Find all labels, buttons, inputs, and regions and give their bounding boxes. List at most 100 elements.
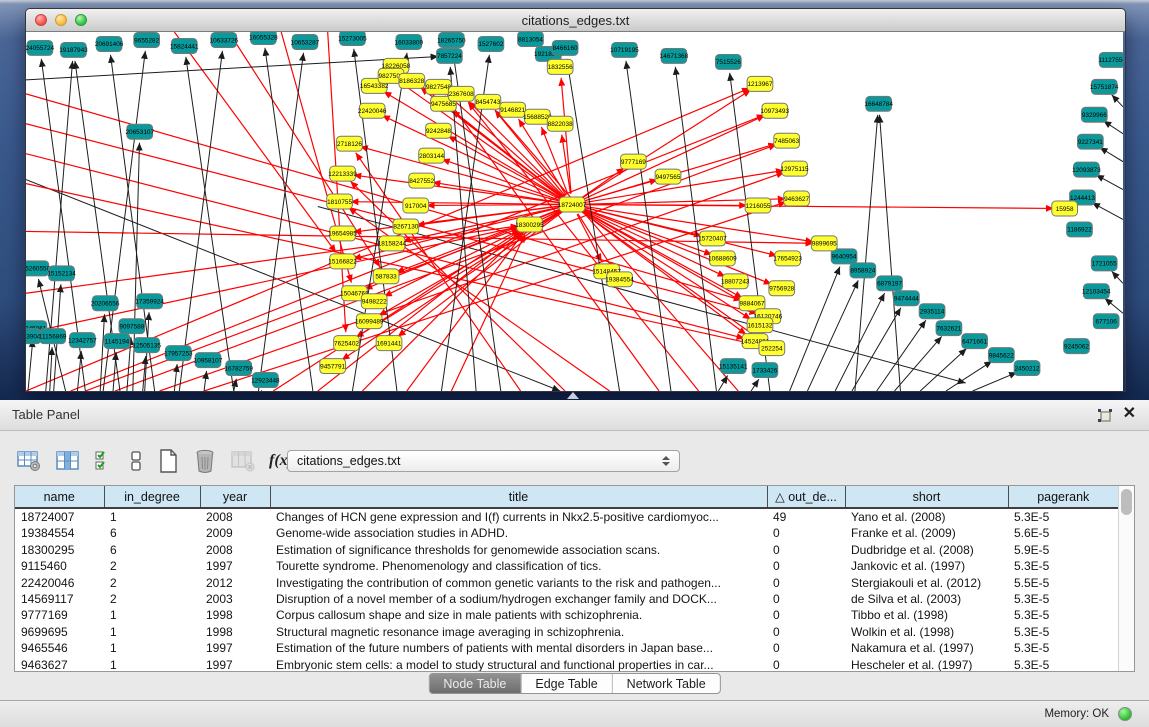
table-row[interactable]: 1830029562008Estimation of significance …	[15, 542, 1118, 558]
graph-node[interactable]: 1733426	[752, 363, 778, 378]
graph-node[interactable]: 1691441	[376, 336, 402, 351]
graph-node[interactable]: 15824441	[170, 38, 199, 53]
graph-node[interactable]: 15720407	[698, 231, 727, 246]
tab-node-table[interactable]: Node Table	[429, 674, 520, 693]
table-row[interactable]: 977716911998Corpus callosum shape and si…	[15, 607, 1118, 623]
graph-node[interactable]: 9227341	[1077, 134, 1103, 149]
table-row[interactable]: 1456911722003Disruption of a novel membe…	[15, 591, 1118, 607]
graph-node[interactable]: 10633726	[210, 32, 239, 47]
graph-node[interactable]: 12923448	[251, 373, 280, 388]
table-row[interactable]: 946554611997Estimation of the future num…	[15, 640, 1118, 656]
tab-network-table[interactable]: Network Table	[612, 674, 720, 693]
graph-node[interactable]: 24055724	[26, 40, 55, 55]
new-table-icon[interactable]	[156, 448, 180, 474]
graph-node[interactable]: 17654923	[773, 251, 802, 266]
graph-node[interactable]: 15135141	[719, 359, 748, 374]
graph-node[interactable]: 12975115	[781, 161, 809, 176]
graph-node[interactable]: 252254	[759, 341, 785, 356]
graph-node[interactable]: 18158244	[378, 236, 407, 251]
graph-node[interactable]: 9640954	[831, 249, 857, 264]
graph-node[interactable]: 18724007	[558, 197, 587, 212]
graph-node[interactable]: 8813054	[518, 32, 544, 46]
graph-node[interactable]: 8454743	[475, 94, 501, 109]
graph-node[interactable]: 9777169	[620, 154, 646, 169]
graph-node[interactable]: 1721055	[1091, 256, 1117, 271]
column-header-name[interactable]: name	[15, 486, 104, 508]
graph-node[interactable]: 9498222	[361, 294, 387, 309]
graph-node[interactable]: 10958107	[194, 353, 223, 368]
graph-node[interactable]: 10719195	[610, 42, 639, 57]
table-row[interactable]: 969969511998Structural magnetic resonanc…	[15, 624, 1118, 640]
graph-node[interactable]: 12342757	[68, 333, 97, 348]
network-canvas[interactable]: 2405572419187943206914069655282158244411…	[26, 32, 1123, 391]
graph-node[interactable]: 19384554	[605, 272, 634, 287]
graph-node[interactable]: 18265750	[437, 32, 466, 47]
table-source-select[interactable]: citations_edges.txt	[287, 450, 680, 472]
graph-node[interactable]: 917004	[403, 198, 429, 213]
select-columns-icon[interactable]	[94, 449, 116, 473]
graph-node[interactable]: 12213339	[328, 166, 357, 181]
graph-node[interactable]: 9245062	[1064, 339, 1090, 354]
graph-node[interactable]: 17359924	[135, 294, 164, 309]
graph-node[interactable]: 19187943	[59, 42, 88, 57]
graph-node[interactable]: 9474444	[894, 291, 920, 306]
delete-table-icon[interactable]	[193, 448, 217, 474]
graph-node[interactable]: 14671368	[660, 48, 689, 63]
graph-node[interactable]: 8267130	[393, 219, 419, 234]
graph-node[interactable]: 9242848	[426, 123, 452, 138]
table-row[interactable]: 1872400712008Changes of HCN gene express…	[15, 508, 1118, 525]
graph-node[interactable]: 7632621	[936, 321, 962, 336]
graph-node[interactable]: 15751874	[1090, 79, 1119, 94]
graph-node[interactable]: 2450212	[1014, 361, 1040, 376]
graph-node[interactable]: 15152134	[47, 266, 76, 281]
scrollbar-thumb[interactable]	[1121, 489, 1132, 515]
graph-node[interactable]: 2803144	[419, 148, 445, 163]
table-column-icon[interactable]	[55, 449, 81, 473]
graph-node[interactable]: 8427552	[409, 173, 435, 188]
graph-node[interactable]: 12103454	[1082, 284, 1111, 299]
graph-node[interactable]: 7625402	[334, 336, 360, 351]
graph-node[interactable]: 9497565	[655, 169, 681, 184]
float-panel-icon[interactable]	[1097, 408, 1113, 428]
graph-node[interactable]: 1213967	[747, 76, 773, 91]
graph-node[interactable]: 1527602	[478, 36, 504, 51]
table-row[interactable]: 946362711997Embryonic stem cells: a mode…	[15, 657, 1118, 672]
graph-node[interactable]: 11156869	[39, 329, 67, 344]
table-row[interactable]: 1938455462009Genome-wide association stu…	[15, 525, 1118, 541]
graph-node[interactable]: 18300295	[515, 217, 544, 232]
graph-node[interactable]: 16099489	[355, 314, 384, 329]
column-header-year[interactable]: year	[200, 486, 270, 508]
graph-node[interactable]: 1832556	[547, 59, 573, 74]
graph-node[interactable]: 9097588	[119, 319, 145, 334]
graph-node[interactable]: 20691406	[95, 36, 124, 51]
graph-node[interactable]: 9845622	[988, 348, 1014, 363]
tab-edge-table[interactable]: Edge Table	[520, 674, 611, 693]
table-row[interactable]: 2242004622012Investigating the contribut…	[15, 575, 1118, 591]
graph-node[interactable]: 7857224	[437, 48, 463, 63]
graph-node[interactable]: 1186922	[1067, 222, 1093, 237]
graph-node[interactable]: 1615132	[747, 318, 773, 333]
table-scrollbar[interactable]	[1118, 486, 1134, 671]
graph-node[interactable]: 7515526	[715, 54, 741, 69]
graph-node[interactable]: 10973493	[761, 103, 790, 118]
column-header-short[interactable]: short	[845, 486, 1008, 508]
graph-node[interactable]: 20206556	[91, 296, 120, 311]
graph-node[interactable]: 8958924	[850, 263, 876, 278]
graph-node[interactable]: 19654985	[328, 226, 357, 241]
graph-node[interactable]: 12093873	[1072, 162, 1101, 177]
graph-node[interactable]: 9899695	[811, 236, 837, 251]
table-settings-icon[interactable]	[16, 449, 42, 473]
graph-node[interactable]: 9329966	[1081, 107, 1107, 122]
panel-splitter-handle[interactable]	[567, 392, 579, 399]
graph-node[interactable]: 20653107	[125, 124, 154, 139]
minimize-window-icon[interactable]	[55, 14, 67, 26]
column-header-title[interactable]: title	[270, 486, 767, 508]
window-titlebar[interactable]: citations_edges.txt	[26, 9, 1125, 32]
graph-node[interactable]: 9146821	[500, 102, 526, 117]
graph-node[interactable]: 1145194	[104, 334, 130, 349]
graph-node[interactable]: 11127556	[1098, 52, 1123, 67]
graph-node[interactable]: 22420046	[358, 103, 387, 118]
graph-node[interactable]: 16782759	[224, 361, 253, 376]
graph-node[interactable]: 10688609	[708, 251, 737, 266]
close-panel-icon[interactable]: ✕	[1123, 405, 1136, 423]
